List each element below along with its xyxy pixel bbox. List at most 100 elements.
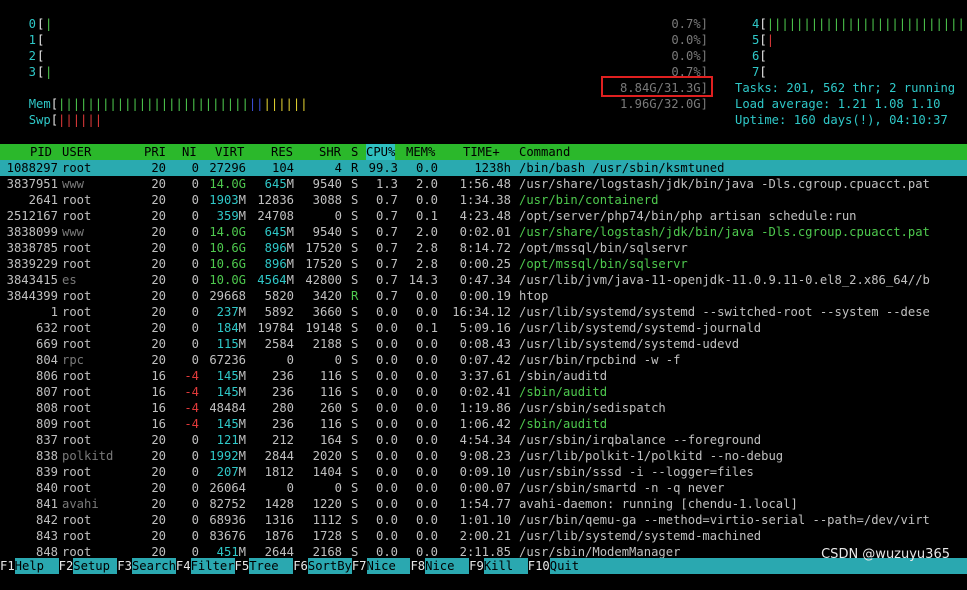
col-res[interactable]: RES <box>271 144 293 160</box>
cell-cmd: /sbin/auditd <box>519 417 608 431</box>
cell-value: 121 <box>216 433 239 447</box>
fkey-label[interactable]: Nice - <box>366 558 411 589</box>
cell-unit: M <box>238 449 246 463</box>
process-row[interactable]: 841 avahi 20 0 82752 1428 1220 S 0.0 0.0 1:54.77 av… <box>0 496 967 512</box>
fkey-label[interactable]: Filter <box>190 558 235 574</box>
cell-cmd: /usr/sbin/irqbalance --foreground <box>519 433 762 447</box>
cell-pid: 1088297 <box>6 161 58 175</box>
col-cpu[interactable]: CPU% <box>366 144 396 160</box>
cell-s: S <box>351 225 359 239</box>
process-row[interactable]: 3838785 root 20 0 10.6G 896M 17520 S 0.7 2.8 8:14.… <box>0 240 967 256</box>
fkey-label[interactable]: Tree <box>249 558 294 574</box>
col-mem[interactable]: MEM% <box>406 144 435 160</box>
col-user[interactable]: USER <box>62 144 91 160</box>
process-row[interactable]: 809 root 16 -4 145M 236 116 S 0.0 0.0 1:06.42/sbin… <box>0 416 967 432</box>
cell-unit: M <box>286 241 294 255</box>
cell-cpu: 0.0 <box>375 353 398 367</box>
col-virt[interactable]: VIRT <box>215 144 244 160</box>
cell-res: 1428 <box>264 497 294 511</box>
process-row[interactable]: 3844399 root 20 0 29668 5820 3420 R 0.7 0.0 0:00.1… <box>0 288 967 304</box>
col-pri[interactable]: PRI <box>144 144 166 160</box>
fkey-label[interactable]: Help <box>14 558 59 574</box>
fkey-label[interactable]: SortBy <box>307 558 352 574</box>
cell-pri: 20 <box>151 305 166 319</box>
cell-cpu: 0.0 <box>375 369 398 383</box>
cpu-number: 2 <box>28 49 36 63</box>
col-command[interactable]: Command <box>519 144 570 160</box>
fkey-f9[interactable]: F9 <box>469 558 484 574</box>
process-row[interactable]: 1088297 root 20 0 27296 104 4 R 99.3 0.0 1238h/bin… <box>0 160 967 176</box>
cell-res: 645M <box>265 176 294 192</box>
cell-unit: M <box>238 305 246 319</box>
cell-time: 0:09.10 <box>459 465 511 479</box>
process-row[interactable]: 839 root 20 0 207M 1812 1404 S 0.0 0.0 0:09.10/usr… <box>0 464 967 480</box>
fkey-label[interactable]: Nice + <box>425 558 470 589</box>
col-ni[interactable]: NI <box>182 144 197 160</box>
process-row[interactable]: 3843415 es 20 0 10.0G 4564M 42800 S 0.7 14.3 0:47.… <box>0 272 967 288</box>
cell-time: 1:06.42 <box>459 417 511 431</box>
process-row[interactable]: 843 root 20 0 83676 1876 1728 S 0.0 0.0 2:00.21/us… <box>0 528 967 544</box>
process-row[interactable]: 807 root 16 -4 145M 236 116 S 0.0 0.0 0:02.41/sbin… <box>0 384 967 400</box>
mem-bar-buffers: || <box>248 97 264 111</box>
process-row[interactable]: 840 root 20 0 26064 0 0 S 0.0 0.0 0:00.07/usr/sbin… <box>0 480 967 496</box>
process-row[interactable]: 806 root 16 -4 145M 236 116 S 0.0 0.0 3:37.61/sbin… <box>0 368 967 384</box>
process-row[interactable]: 842 root 20 0 68936 1316 1112 S 0.0 0.0 1:01.10/us… <box>0 512 967 528</box>
col-shr[interactable]: SHR <box>319 144 341 160</box>
cell-pri: 20 <box>151 353 166 367</box>
cell-value: 4564 <box>257 273 287 287</box>
cell-cmd: /usr/lib/polkit-1/polkitd --no-debug <box>519 449 784 463</box>
cell-cmd: /usr/bin/containerd <box>519 193 659 207</box>
cell-pri: 20 <box>151 529 166 543</box>
cell-pid: 3844399 <box>6 289 58 303</box>
fkey-label[interactable]: Kill <box>483 558 528 574</box>
cell-unit: M <box>238 337 246 351</box>
fkey-f10[interactable]: F10 <box>528 558 550 574</box>
process-row[interactable]: 3837951 www 20 0 14.0G 645M 9540 S 1.3 2.0 1:56.48… <box>0 176 967 192</box>
cell-user: root <box>62 241 92 255</box>
fkey-label[interactable]: Search <box>131 558 176 574</box>
cell-pid: 2512167 <box>6 209 58 223</box>
fkey-f5[interactable]: F5 <box>235 558 250 574</box>
fkey-f1[interactable]: F1 <box>0 558 15 574</box>
cell-cpu: 0.7 <box>375 225 398 239</box>
process-row[interactable]: 1 root 20 0 237M 5892 3660 S 0.0 0.0 16:34.12/usr/… <box>0 304 967 320</box>
cell-res: 236 <box>271 369 294 383</box>
process-row[interactable]: 804 rpc 20 0 67236 0 0 S 0.0 0.0 0:07.42/usr/bin/r… <box>0 352 967 368</box>
process-row[interactable]: 838 polkitd 20 0 1992M 2844 2020 S 0.0 0.0 9:08.23… <box>0 448 967 464</box>
process-row[interactable]: 837 root 20 0 121M 212 164 S 0.0 0.0 4:54.34/usr/s… <box>0 432 967 448</box>
cell-mem: 0.0 <box>415 529 438 543</box>
cell-virt: 83676 <box>209 529 246 543</box>
col-time[interactable]: TIME+ <box>463 144 500 160</box>
fkey-f3[interactable]: F3 <box>117 558 132 574</box>
cell-mem: 0.0 <box>415 305 438 319</box>
cell-ni: 0 <box>191 449 199 463</box>
fkey-f4[interactable]: F4 <box>176 558 191 574</box>
fkey-f2[interactable]: F2 <box>59 558 74 574</box>
cell-shr: 42800 <box>305 273 342 287</box>
process-row[interactable]: 3839229 root 20 0 10.6G 896M 17520 S 0.7 2.8 0:00.… <box>0 256 967 272</box>
cell-cpu: 0.0 <box>375 401 398 415</box>
cell-res: 12836 <box>257 193 294 207</box>
cell-value: 645 <box>264 225 287 239</box>
process-row[interactable]: 669 root 20 0 115M 2584 2188 S 0.0 0.0 0:08.43/usr… <box>0 336 967 352</box>
fkey-f6[interactable]: F6 <box>293 558 308 574</box>
process-row[interactable]: 2641 root 20 0 1903M 12836 3088 S 0.7 0.0 1:34.38 /… <box>0 192 967 208</box>
col-state[interactable]: S <box>351 144 358 160</box>
fkey-f8[interactable]: F8 <box>410 558 425 574</box>
process-row[interactable]: 808 root 16 -4 48484 280 260 S 0.0 0.0 1:19.86/usr… <box>0 400 967 416</box>
cell-s: S <box>351 353 359 367</box>
col-pid[interactable]: PID <box>30 144 52 160</box>
cell-virt: 14.0G <box>209 177 246 191</box>
cell-unit: M <box>238 385 246 399</box>
cell-res: 5820 <box>264 289 294 303</box>
process-row[interactable]: 2512167 root 20 0 359M 24708 0 S 0.7 0.1 4:23.48/o… <box>0 208 967 224</box>
cell-user: root <box>62 161 92 175</box>
cell-cmd: /usr/lib/jvm/java-11-openjdk-11.0.9.11-0… <box>519 273 930 287</box>
fkey-label[interactable]: Setup <box>73 558 118 574</box>
cell-time: 0:00.07 <box>459 481 511 495</box>
process-row[interactable]: 3838099 www 20 0 14.0G 645M 9540 S 0.7 2.0 0:02.01… <box>0 224 967 240</box>
fkey-f7[interactable]: F7 <box>352 558 367 574</box>
process-row[interactable]: 632 root 20 0 184M 19784 19148 S 0.0 0.1 5:09.16/u… <box>0 320 967 336</box>
cell-pid: 838 <box>35 449 58 463</box>
cell-unit: M <box>238 417 246 431</box>
